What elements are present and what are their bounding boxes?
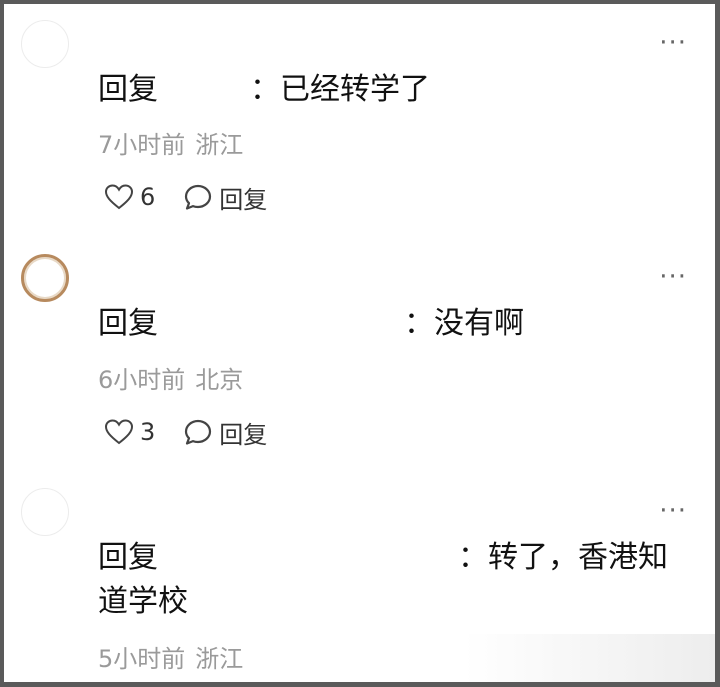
comment-time: 7小时前 <box>98 131 186 159</box>
reply-button[interactable]: 回复 <box>183 180 267 215</box>
more-options-icon[interactable]: ··· <box>659 30 687 56</box>
reply-body: ：转了，香港知道学校 <box>98 540 668 619</box>
avatar[interactable] <box>21 254 69 302</box>
comment-actions: 6 回复 <box>104 180 267 214</box>
reply-body: ：没有啊 <box>404 306 524 341</box>
like-button[interactable]: 6 <box>104 183 155 211</box>
comment-location: 浙江 <box>195 131 244 159</box>
reply-prefix: 回复 <box>98 72 158 107</box>
reply-label: 回复 <box>219 420 268 449</box>
reply-text: 回复 ：没有啊 <box>98 302 678 346</box>
reply-prefix: 回复 <box>98 306 158 341</box>
reply-prefix: 回复 <box>98 540 158 575</box>
comment-location: 浙江 <box>195 645 244 673</box>
like-count: 3 <box>140 418 156 446</box>
comment-bubble-icon <box>185 419 212 445</box>
like-count: 6 <box>140 183 156 211</box>
comment-bubble-icon <box>185 184 212 210</box>
avatar[interactable] <box>21 20 69 68</box>
comment-location: 北京 <box>195 366 244 394</box>
heart-icon <box>104 184 134 210</box>
comment-meta: 6小时前 北京 <box>98 365 243 395</box>
comment-meta: 5小时前 浙江 <box>98 644 243 674</box>
bottom-fade <box>464 634 715 682</box>
comment-meta: 7小时前 浙江 <box>98 130 243 160</box>
more-options-icon[interactable]: ··· <box>659 264 687 290</box>
avatar[interactable] <box>21 488 69 536</box>
comment-actions: 3 回复 <box>104 415 267 449</box>
like-button[interactable]: 3 <box>104 418 155 446</box>
reply-body: ：已经转学了 <box>250 72 430 107</box>
heart-icon <box>104 419 134 445</box>
reply-text: 回复 ：转了，香港知道学校 <box>98 536 670 624</box>
reply-button[interactable]: 回复 <box>183 415 267 450</box>
reply-text: 回复 ：已经转学了 <box>98 68 678 112</box>
comment-thread: ··· 回复 ：已经转学了 7小时前 浙江 6 回复 ··· 回复 ：没有啊 6… <box>4 4 715 682</box>
comment-time: 6小时前 <box>98 366 186 394</box>
reply-label: 回复 <box>219 185 268 214</box>
more-options-icon[interactable]: ··· <box>659 498 687 524</box>
comment-time: 5小时前 <box>98 645 186 673</box>
